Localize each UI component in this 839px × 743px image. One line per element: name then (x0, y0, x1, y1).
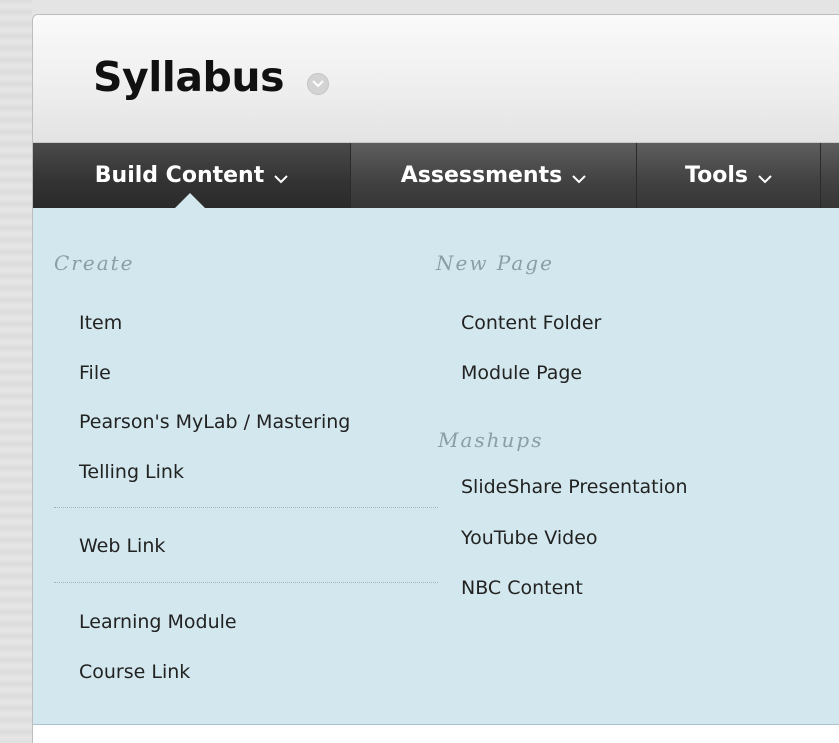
menu-item-web-link[interactable]: Web Link (79, 535, 165, 557)
section-heading-create: Create (54, 251, 135, 275)
content-area-footer (33, 725, 839, 743)
build-content-menu: Create Item File Pearson's MyLab / Maste… (33, 208, 839, 725)
tab-label: Build Content (94, 163, 265, 188)
section-heading-mashups: Mashups (438, 428, 544, 452)
section-heading-new-page: New Page (436, 251, 554, 275)
course-toolbar: Build Content Assessments Tools (33, 143, 839, 208)
menu-item-nbc-content[interactable]: NBC Content (461, 577, 583, 599)
dropdown-pointer (174, 193, 206, 209)
menu-item-item[interactable]: Item (79, 312, 122, 334)
tab-label: Assessments (400, 163, 563, 188)
menu-item-module-page[interactable]: Module Page (461, 362, 582, 384)
page-header: Syllabus (33, 15, 839, 143)
menu-item-pearson-mylab[interactable]: Pearson's MyLab / Mastering (79, 411, 350, 433)
menu-item-file[interactable]: File (79, 362, 111, 384)
left-gutter (0, 0, 32, 742)
menu-divider (54, 507, 438, 508)
chevron-down-icon (572, 165, 586, 190)
chevron-down-icon (274, 165, 288, 190)
tab-overflow (821, 143, 839, 208)
menu-item-learning-module[interactable]: Learning Module (79, 611, 237, 633)
menu-item-slideshare[interactable]: SlideShare Presentation (461, 476, 688, 498)
tab-assessments[interactable]: Assessments (351, 143, 637, 208)
page-title: Syllabus (93, 53, 284, 101)
menu-divider (54, 582, 438, 583)
content-area: Syllabus Build Content Assessments Tools (32, 14, 839, 743)
tab-tools[interactable]: Tools (637, 143, 821, 208)
menu-item-course-link[interactable]: Course Link (79, 661, 190, 683)
title-menu-chevron-icon[interactable] (307, 73, 329, 95)
tab-label: Tools (685, 163, 748, 188)
menu-item-telling-link[interactable]: Telling Link (79, 461, 184, 483)
chevron-down-icon (758, 165, 772, 190)
menu-item-content-folder[interactable]: Content Folder (461, 312, 601, 334)
menu-item-youtube-video[interactable]: YouTube Video (461, 527, 598, 549)
